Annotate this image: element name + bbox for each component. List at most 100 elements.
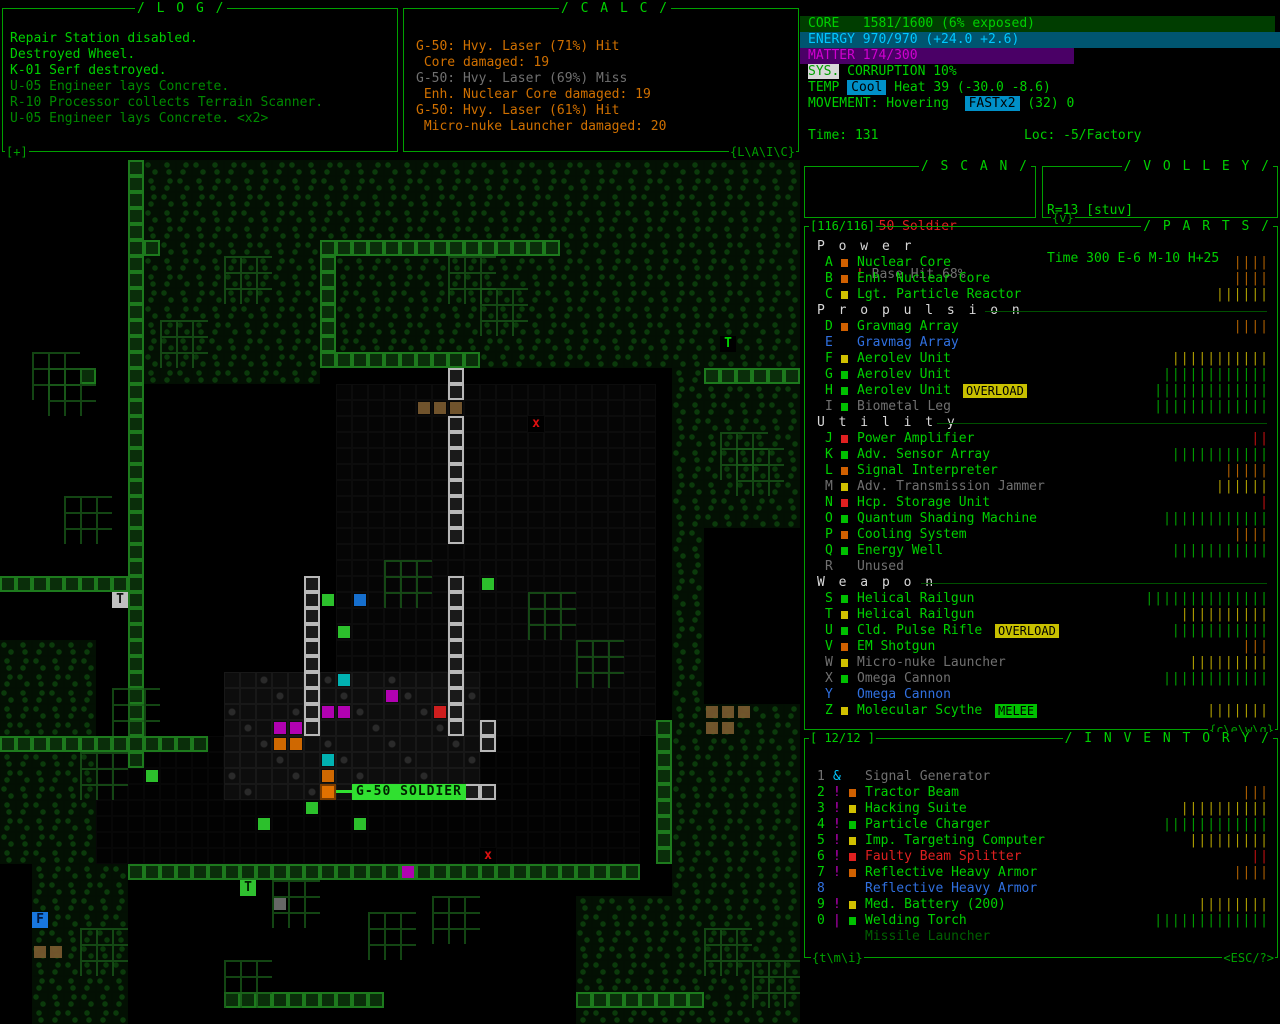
map-door[interactable]: [480, 784, 496, 800]
player-tile[interactable]: [320, 784, 336, 800]
inventory-row[interactable]: 2! Tractor Beam |||: [809, 785, 1273, 801]
map-door[interactable]: [464, 784, 480, 800]
part-row[interactable]: J Power Amplifier ||: [809, 431, 1273, 447]
map-entity[interactable]: [722, 706, 734, 718]
map-door[interactable]: [448, 576, 464, 592]
part-row[interactable]: C Lgt. Particle Reactor ||||||: [809, 287, 1273, 303]
map-viewport[interactable]: T T T Fx x G-50 SOLDIER: [0, 160, 800, 1024]
inventory-row[interactable]: 4! Particle Charger ||||||||||||: [809, 817, 1273, 833]
map-door[interactable]: [448, 592, 464, 608]
map-door[interactable]: [448, 368, 464, 384]
map-door[interactable]: [448, 432, 464, 448]
map-entity[interactable]: [258, 818, 270, 830]
inventory-row[interactable]: 1 & Signal Generator: [809, 769, 1273, 785]
map-door[interactable]: [448, 464, 464, 480]
map-entity[interactable]: [706, 706, 718, 718]
inventory-row[interactable]: 7! Reflective Heavy Armor ||||: [809, 865, 1273, 881]
map-entity[interactable]: [290, 722, 302, 734]
map-door[interactable]: [304, 672, 320, 688]
map-door[interactable]: [304, 576, 320, 592]
map-door[interactable]: [304, 608, 320, 624]
part-row[interactable]: S Helical Railgun ||||||||||||||: [809, 591, 1273, 607]
inventory-row[interactable]: Missile Launcher: [809, 929, 1273, 945]
map-door[interactable]: [448, 512, 464, 528]
part-row[interactable]: K Adv. Sensor Array |||||||||||: [809, 447, 1273, 463]
part-row[interactable]: M Adv. Transmission Jammer ||||||: [809, 479, 1273, 495]
part-row[interactable]: G Aerolev Unit ||||||||||||: [809, 367, 1273, 383]
part-row[interactable]: Y Omega Cannon: [809, 687, 1273, 703]
map-entity[interactable]: [338, 674, 350, 686]
map-door[interactable]: [304, 704, 320, 720]
map-door[interactable]: [304, 688, 320, 704]
map-door[interactable]: [448, 480, 464, 496]
map-entity[interactable]: [450, 402, 462, 414]
map-door[interactable]: [448, 416, 464, 432]
map-door[interactable]: [448, 384, 464, 400]
map-door[interactable]: [304, 656, 320, 672]
map-entity[interactable]: [434, 402, 446, 414]
map-door[interactable]: [448, 656, 464, 672]
part-row[interactable]: F Aerolev Unit |||||||||||: [809, 351, 1273, 367]
map-entity[interactable]: [322, 594, 334, 606]
inventory-row[interactable]: 3! Hacking Suite ||||||||||: [809, 801, 1273, 817]
part-row[interactable]: T Helical Railgun ||||||||||: [809, 607, 1273, 623]
part-row[interactable]: U Cld. Pulse Rifle OVERLOAD |||||||||||: [809, 623, 1273, 639]
map-marker-x[interactable]: x: [528, 416, 544, 432]
inventory-row[interactable]: 6! Faulty Beam Splitter ||: [809, 849, 1273, 865]
part-row[interactable]: P Cooling System ||||: [809, 527, 1273, 543]
part-row[interactable]: R Unused: [809, 559, 1273, 575]
map-marker-t[interactable]: T: [240, 880, 256, 896]
inventory-row[interactable]: 5! Imp. Targeting Computer |||||||||: [809, 833, 1273, 849]
map-entity[interactable]: [290, 738, 302, 750]
map-entity[interactable]: [418, 402, 430, 414]
map-entity[interactable]: [274, 898, 286, 910]
map-entity[interactable]: [402, 866, 414, 878]
map-entity[interactable]: [34, 946, 46, 958]
map-entity[interactable]: [274, 738, 286, 750]
part-row[interactable]: B Enh. Nuclear Core ||||: [809, 271, 1273, 287]
part-row[interactable]: Q Energy Well |||||||||||: [809, 543, 1273, 559]
map-door[interactable]: [448, 608, 464, 624]
map-door[interactable]: [480, 736, 496, 752]
part-row[interactable]: E Gravmag Array: [809, 335, 1273, 351]
map-door[interactable]: [304, 640, 320, 656]
map-entity[interactable]: [738, 706, 750, 718]
part-row[interactable]: L Signal Interpreter |||||: [809, 463, 1273, 479]
map-entity[interactable]: [722, 722, 734, 734]
map-door[interactable]: [448, 720, 464, 736]
map-door[interactable]: [448, 704, 464, 720]
map-entity[interactable]: [322, 770, 334, 782]
map-entity[interactable]: [322, 754, 334, 766]
inventory-row[interactable]: 0 | Welding Torch |||||||||||||: [809, 913, 1273, 929]
map-door[interactable]: [448, 528, 464, 544]
map-entity[interactable]: [434, 706, 446, 718]
part-row[interactable]: H Aerolev Unit OVERLOAD |||||||||||||: [809, 383, 1273, 399]
part-row[interactable]: Z Molecular Scythe MELEE |||||||: [809, 703, 1273, 719]
map-door[interactable]: [448, 688, 464, 704]
part-row[interactable]: X Omega Cannon ||||||||||||: [809, 671, 1273, 687]
part-row[interactable]: V EM Shotgun |||: [809, 639, 1273, 655]
part-row[interactable]: N Hcp. Storage Unit |: [809, 495, 1273, 511]
map-entity[interactable]: [338, 626, 350, 638]
map-marker-f[interactable]: F: [32, 912, 48, 928]
map-door[interactable]: [304, 720, 320, 736]
map-door[interactable]: [304, 624, 320, 640]
part-row[interactable]: I Biometal Leg |||||||||||||: [809, 399, 1273, 415]
map-door[interactable]: [448, 640, 464, 656]
map-entity[interactable]: [306, 802, 318, 814]
map-entity[interactable]: [146, 770, 158, 782]
map-entity[interactable]: [482, 578, 494, 590]
inventory-row[interactable]: 9! Med. Battery (200) ||||||||: [809, 897, 1273, 913]
map-door[interactable]: [448, 624, 464, 640]
map-entity[interactable]: [706, 722, 718, 734]
map-entity[interactable]: [50, 946, 62, 958]
map-door[interactable]: [480, 720, 496, 736]
map-entity[interactable]: [354, 818, 366, 830]
map-marker-t[interactable]: T: [112, 592, 128, 608]
map-entity[interactable]: [338, 706, 350, 718]
map-door[interactable]: [448, 496, 464, 512]
part-row[interactable]: W Micro-nuke Launcher |||||||||: [809, 655, 1273, 671]
map-entity[interactable]: [386, 690, 398, 702]
map-door[interactable]: [304, 592, 320, 608]
map-door[interactable]: [448, 672, 464, 688]
